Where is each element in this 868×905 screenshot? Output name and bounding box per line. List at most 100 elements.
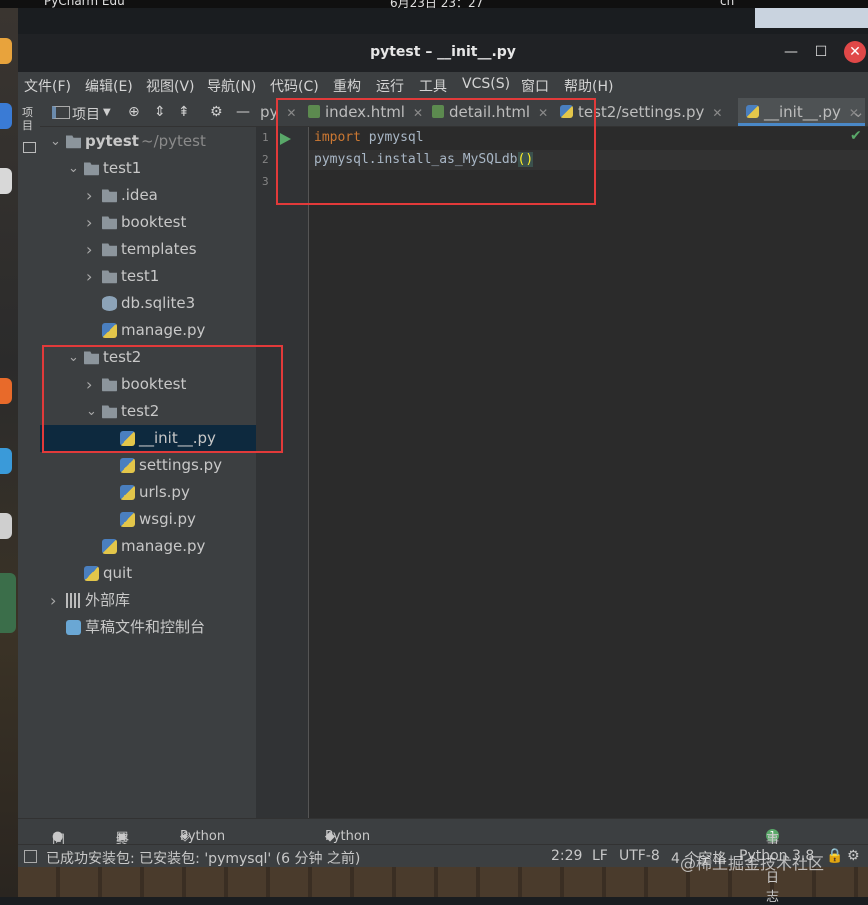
hide-panel-icon[interactable]: — [236, 104, 250, 120]
chevron-right-icon[interactable]: › [50, 587, 62, 614]
project-panel-header: 项目 ▼ ⊕ ⇕ ⇞ ⚙ — [40, 98, 256, 127]
dock-app-icon[interactable] [0, 103, 12, 129]
tree-item-label: quit [103, 564, 133, 582]
chevron-down-icon[interactable]: ⌄ [50, 128, 62, 155]
tree-folder-row[interactable]: ⌄ pytest ~/pytest [40, 128, 256, 155]
desktop-clock[interactable]: 6月23日 23：27 [390, 0, 483, 8]
status-message[interactable]: 已成功安装包: 已安装包: 'pymysql' (6 分钟 之前) [46, 848, 360, 868]
chevron-down-icon[interactable]: ⌄ [68, 155, 80, 182]
tree-item-path: ~/pytest [141, 132, 206, 150]
tree-item-label: test1 [121, 267, 160, 285]
tree-file-row[interactable]: quit [40, 560, 256, 587]
menu-tools[interactable]: 工具 [419, 76, 447, 96]
line-number: 2 [262, 153, 269, 166]
tree-folder-row[interactable]: ⌄ test1 [40, 155, 256, 182]
tree-file-row[interactable]: manage.py [40, 317, 256, 344]
close-tab-icon[interactable]: ✕ [712, 106, 722, 120]
chevron-right-icon[interactable]: › [86, 236, 98, 263]
desktop-background [755, 8, 868, 28]
tree-file-row[interactable]: settings.py [40, 452, 256, 479]
gear-icon[interactable]: ⚙ [847, 848, 860, 864]
menu-file[interactable]: 文件(F) [24, 76, 71, 96]
python-file-icon [84, 566, 99, 581]
desktop-dock [0, 8, 18, 897]
dock-app-icon[interactable] [0, 448, 12, 474]
window-title: pytest – __init__.py [370, 44, 516, 60]
editor-tab-active[interactable]: __init__.py ✕ [738, 98, 865, 126]
dock-app-icon[interactable] [0, 38, 12, 64]
minimize-icon[interactable]: — [780, 41, 802, 63]
highlight-box-file [42, 345, 283, 453]
python-file-icon [102, 323, 117, 338]
tree-item-label: templates [121, 240, 197, 258]
menu-code[interactable]: 代码(C) [270, 76, 319, 96]
tree-item-label: urls.py [139, 483, 190, 501]
tree-folder-row[interactable]: › booktest [40, 209, 256, 236]
menu-edit[interactable]: 编辑(E) [85, 76, 133, 96]
tree-folder-row[interactable]: › .idea [40, 182, 256, 209]
tree-item-label: pytest [85, 132, 139, 150]
title-bar: pytest – __init__.py — ☐ ✕ [18, 34, 868, 72]
tool-window-bar: ● 问题 ▣ 终端 ◈ Python Packages ◆ Python 控制台… [18, 818, 868, 905]
project-view-selector[interactable]: 项目 [72, 104, 100, 124]
desktop-lang[interactable]: cn [720, 0, 734, 8]
gear-icon[interactable]: ⚙ [210, 104, 223, 120]
scratch-icon [66, 620, 81, 635]
menu-help[interactable]: 帮助(H) [564, 76, 613, 96]
menu-navigate[interactable]: 导航(N) [207, 76, 256, 96]
tree-item-label: settings.py [139, 456, 222, 474]
menu-window[interactable]: 窗口 [521, 76, 549, 96]
tree-file-row[interactable]: wsgi.py [40, 506, 256, 533]
tree-file-row[interactable]: db.sqlite3 [40, 290, 256, 317]
desktop-app-label[interactable]: PyCharm Edu [44, 0, 125, 8]
tree-folder-row[interactable]: › test1 [40, 263, 256, 290]
tree-file-row[interactable]: urls.py [40, 479, 256, 506]
maximize-icon[interactable]: ☐ [810, 41, 832, 63]
python-file-icon [120, 458, 135, 473]
locate-file-icon[interactable]: ⊕ [128, 104, 140, 120]
pycharm-dock-icon[interactable] [0, 573, 16, 633]
database-icon [102, 296, 117, 311]
tab-overflow-icon[interactable]: ⌄ [852, 98, 865, 126]
project-panel: 项目 ▼ ⊕ ⇕ ⇞ ⚙ — ⌄ pytest ~/pytest ⌄ test1 › .id… [40, 98, 256, 818]
chevron-right-icon[interactable]: › [86, 263, 98, 290]
menu-view[interactable]: 视图(V) [146, 76, 195, 96]
inspection-ok-icon[interactable]: ✔ [850, 128, 862, 144]
tree-item-label: 草稿文件和控制台 [85, 618, 206, 636]
tree-item-label: manage.py [121, 537, 206, 555]
dock-app-icon[interactable] [0, 168, 12, 194]
chevron-right-icon[interactable]: › [86, 182, 98, 209]
tree-item-label: booktest [121, 213, 187, 231]
menu-bar: 文件(F) 编辑(E) 视图(V) 导航(N) 代码(C) 重构 运行 工具 V… [18, 72, 868, 98]
menu-refactor[interactable]: 重构 [333, 76, 361, 96]
tree-file-row[interactable]: › 外部库 [40, 587, 256, 614]
tree-item-label: db.sqlite3 [121, 294, 196, 312]
tree-file-row[interactable]: manage.py [40, 533, 256, 560]
dock-app-icon[interactable] [0, 513, 12, 539]
dock-app-icon[interactable] [0, 378, 12, 404]
watermark: @稀土掘金技术社区 [680, 854, 825, 873]
project-view-icon [52, 106, 70, 119]
highlight-box-code [276, 98, 596, 205]
chevron-right-icon[interactable]: › [86, 209, 98, 236]
menu-vcs[interactable]: VCS(S) [462, 76, 510, 92]
file-encoding[interactable]: UTF-8 [619, 848, 660, 864]
library-icon [66, 593, 81, 608]
code-editor[interactable]: import pymysql pymysql.install_as_MySQLd… [309, 127, 868, 818]
collapse-all-icon[interactable]: ⇞ [178, 104, 190, 120]
close-icon[interactable]: ✕ [844, 41, 866, 63]
tree-item-label: 外部库 [85, 591, 131, 609]
line-separator[interactable]: LF [592, 848, 608, 864]
layout-icon[interactable] [24, 850, 37, 863]
caret-position[interactable]: 2:29 [551, 848, 582, 864]
expand-all-icon[interactable]: ⇕ [154, 104, 166, 120]
menu-run[interactable]: 运行 [376, 76, 404, 96]
left-tool-strip: 项目 [18, 98, 41, 818]
tree-file-row[interactable]: 草稿文件和控制台 [40, 614, 256, 641]
chevron-down-icon[interactable]: ▼ [103, 107, 111, 118]
tree-folder-row[interactable]: › templates [40, 236, 256, 263]
project-tool-window-button[interactable]: 项目 [22, 106, 36, 132]
lock-icon[interactable]: 🔒 [826, 848, 843, 864]
structure-icon[interactable] [23, 142, 36, 153]
line-number: 1 [262, 131, 269, 144]
